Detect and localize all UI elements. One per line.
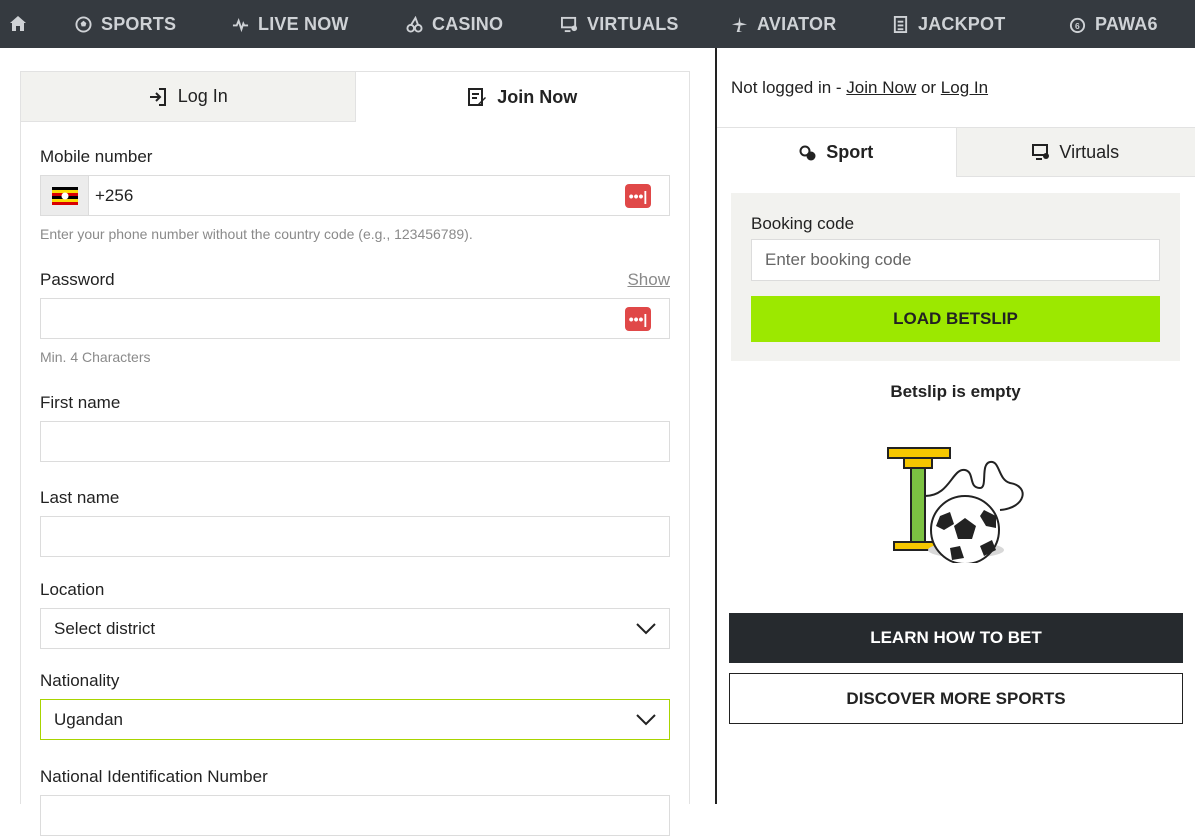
mobile-number-value: +256 [89, 186, 133, 206]
nav-virtuals-label: VIRTUALS [587, 14, 679, 35]
password-field[interactable]: •••| [40, 298, 670, 339]
booking-code-label: Booking code [751, 214, 854, 234]
log-in-link[interactable]: Log In [941, 78, 988, 97]
tab-join-now[interactable]: Join Now [356, 72, 690, 122]
monitor-icon [1032, 143, 1050, 161]
uganda-flag-icon [52, 187, 78, 205]
login-icon [148, 87, 168, 107]
location-select[interactable]: Select district [40, 608, 670, 649]
tab-sport[interactable]: Sport [717, 128, 956, 177]
tab-join-now-label: Join Now [497, 87, 577, 108]
nav-sports[interactable]: SPORTS [75, 0, 176, 48]
nav-jackpot-label: JACKPOT [918, 14, 1005, 35]
svg-text:6: 6 [1075, 21, 1080, 31]
last-name-label: Last name [40, 488, 119, 508]
nin-field[interactable] [40, 795, 670, 836]
monitor-icon [561, 16, 578, 33]
login-status-text: Not logged in - [731, 78, 846, 97]
nav-aviator[interactable]: AVIATOR [731, 0, 836, 48]
login-status: Not logged in - Join Now or Log In [731, 78, 988, 98]
learn-how-to-bet-button[interactable]: LEARN HOW TO BET [729, 613, 1183, 663]
mobile-number-label: Mobile number [40, 147, 152, 167]
nav-live-now[interactable]: LIVE NOW [232, 0, 349, 48]
booking-code-input[interactable] [751, 239, 1160, 281]
first-name-label: First name [40, 393, 120, 413]
nav-casino[interactable]: CASINO [406, 0, 503, 48]
discover-more-sports-button[interactable]: DISCOVER MORE SPORTS [729, 673, 1183, 724]
chevron-down-icon [635, 713, 657, 727]
show-password-link[interactable]: Show [627, 270, 670, 290]
password-manager-icon[interactable]: •••| [625, 307, 651, 331]
mobile-number-hint: Enter your phone number without the coun… [40, 226, 473, 242]
cherries-icon [406, 16, 423, 33]
first-name-field[interactable] [40, 421, 670, 462]
nav-casino-label: CASINO [432, 14, 503, 35]
or-text: or [916, 78, 941, 97]
nationality-select[interactable]: Ugandan [40, 699, 670, 740]
pulse-icon [232, 16, 249, 33]
signup-form-icon [467, 87, 487, 107]
booking-code-panel: Booking code LOAD BETSLIP [731, 193, 1180, 361]
tab-log-in-label: Log In [178, 86, 228, 107]
soccer-ball-icon [75, 16, 92, 33]
nav-sports-label: SPORTS [101, 14, 176, 35]
nav-live-now-label: LIVE NOW [258, 14, 349, 35]
auth-tabs: Log In Join Now [21, 72, 689, 122]
plane-icon [731, 16, 748, 33]
betslip-tabs: Sport Virtuals [717, 127, 1195, 177]
tab-log-in[interactable]: Log In [21, 72, 356, 122]
ticket-icon [892, 16, 909, 33]
nav-jackpot[interactable]: JACKPOT [892, 0, 1005, 48]
tab-virtuals-label: Virtuals [1059, 142, 1119, 163]
nationality-label: Nationality [40, 671, 119, 691]
tab-virtuals[interactable]: Virtuals [956, 128, 1195, 177]
six-ball-icon: 6 [1069, 16, 1086, 33]
nav-virtuals[interactable]: VIRTUALS [561, 0, 679, 48]
location-label: Location [40, 580, 104, 600]
nav-aviator-label: AVIATOR [757, 14, 836, 35]
mobile-number-field[interactable]: +256 •••| [40, 175, 670, 216]
nin-label: National Identification Number [40, 767, 268, 787]
home-icon [9, 15, 27, 33]
last-name-field[interactable] [40, 516, 670, 557]
password-manager-icon[interactable]: •••| [625, 184, 651, 208]
password-label: Password [40, 270, 115, 290]
nav-pawa6[interactable]: 6 PAWA6 [1069, 0, 1158, 48]
betslip-empty-text: Betslip is empty [731, 382, 1180, 402]
tab-sport-label: Sport [826, 142, 873, 163]
country-flag-selector[interactable] [41, 176, 89, 215]
sport-balls-icon [799, 144, 817, 162]
location-select-value: Select district [41, 619, 635, 639]
nav-pawa6-label: PAWA6 [1095, 14, 1158, 35]
password-hint: Min. 4 Characters [40, 349, 150, 365]
nationality-select-value: Ugandan [41, 710, 635, 730]
load-betslip-button[interactable]: LOAD BETSLIP [751, 296, 1160, 342]
top-navigation: SPORTS LIVE NOW CASINO VIRTUALS AVIATOR … [0, 0, 1195, 48]
registration-panel: Log In Join Now Mobile number +256 •••| … [20, 71, 690, 804]
join-now-link[interactable]: Join Now [846, 78, 916, 97]
home-button[interactable] [0, 0, 36, 48]
pump-and-ball-illustration [880, 438, 1030, 563]
chevron-down-icon [635, 622, 657, 636]
